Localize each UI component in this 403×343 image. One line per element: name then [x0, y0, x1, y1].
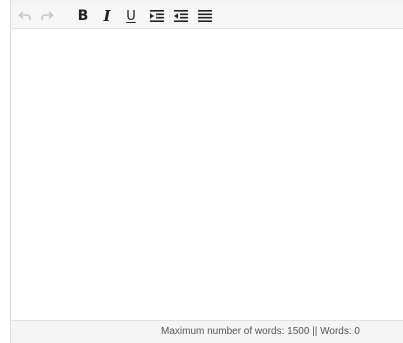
editor-statusbar: Maximum number of words: 1500 || Words: … [11, 320, 403, 343]
word-count-status: Maximum number of words: 1500 || Words: … [161, 326, 360, 337]
editor-toolbar: B I U [11, 3, 403, 29]
editor-content-area[interactable] [11, 30, 403, 320]
underline-button[interactable]: U [121, 5, 141, 27]
outdent-button[interactable] [171, 5, 191, 27]
redo-icon [40, 9, 54, 23]
italic-icon: I [103, 7, 111, 25]
rich-text-editor: B I U Maximum number of words: 1500 || W… [10, 0, 403, 343]
indent-icon [150, 10, 164, 22]
undo-icon [18, 9, 32, 23]
redo-button[interactable] [37, 5, 57, 27]
justify-button[interactable] [195, 5, 215, 27]
undo-button[interactable] [15, 5, 35, 27]
align-justify-icon [198, 10, 212, 22]
bold-button[interactable]: B [73, 5, 93, 27]
outdent-icon [174, 10, 188, 22]
italic-button[interactable]: I [97, 5, 117, 27]
bold-icon: B [77, 8, 89, 24]
indent-button[interactable] [147, 5, 167, 27]
underline-icon: U [126, 8, 136, 24]
